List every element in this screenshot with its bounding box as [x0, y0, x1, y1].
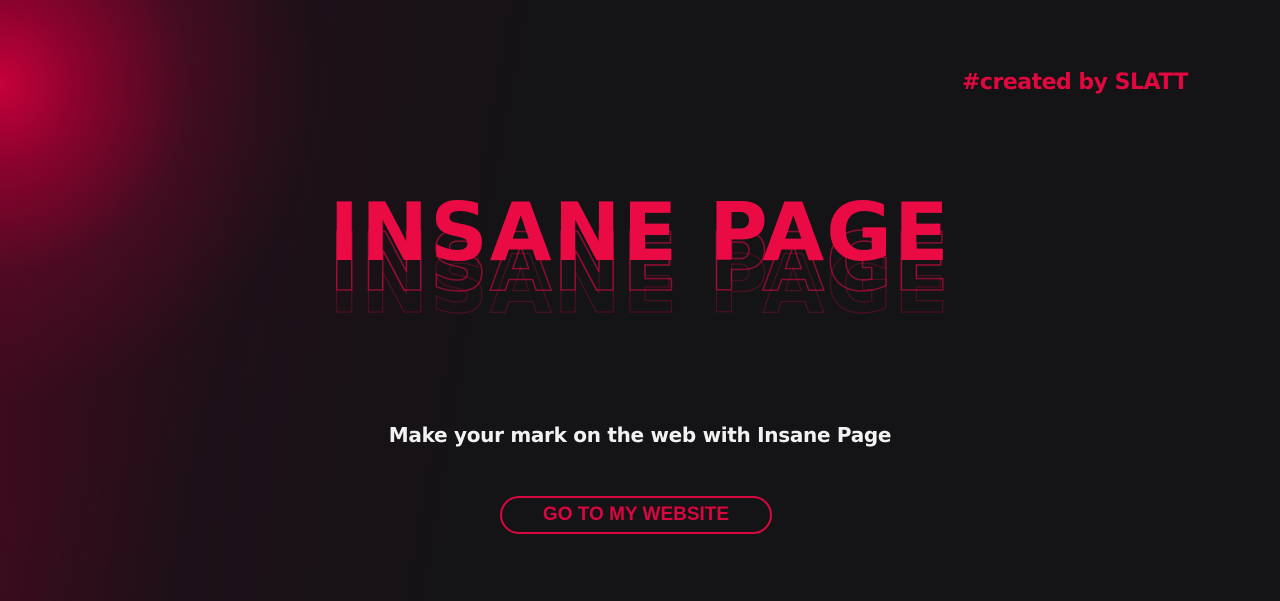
- credit-text: #created by SLATT: [962, 70, 1188, 95]
- hero-title-main: INSANE PAGE: [329, 186, 951, 279]
- go-to-website-button[interactable]: GO TO MY WEBSITE: [500, 496, 772, 534]
- hero-title: INSANE PAGE INSANE PAGE INSANE PAGE: [0, 186, 1280, 331]
- tagline: Make your mark on the web with Insane Pa…: [388, 423, 892, 447]
- landing-page: { "credit": { "text": "#created by SLATT…: [0, 0, 1280, 601]
